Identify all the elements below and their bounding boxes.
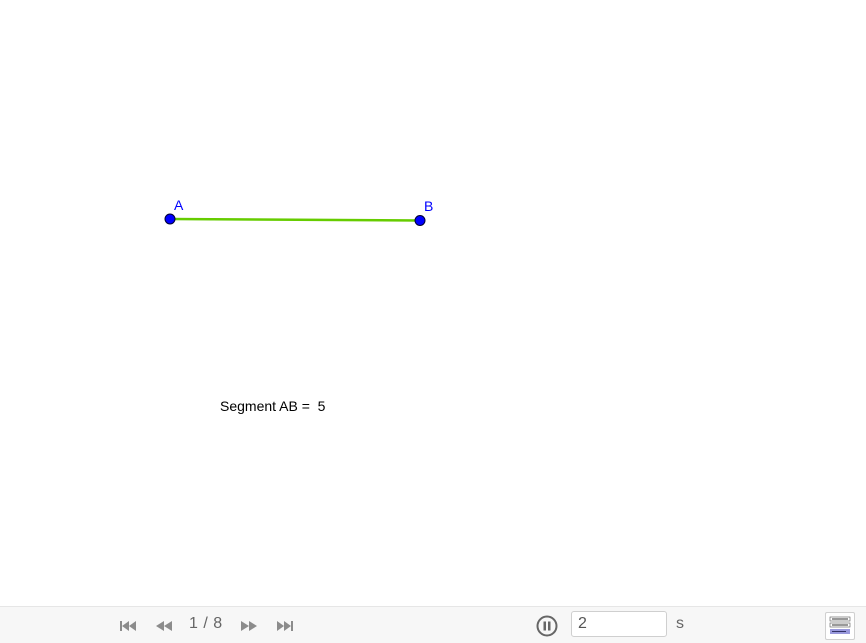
segment-length-value: 5 bbox=[317, 398, 326, 414]
graphics-view[interactable]: A B Segment AB = 5 bbox=[0, 0, 866, 606]
previous-step-button[interactable] bbox=[154, 618, 174, 634]
point-b-label: B bbox=[424, 198, 433, 214]
segment-length-prefix: Segment AB = bbox=[220, 398, 318, 414]
fast-forward-icon bbox=[241, 621, 257, 631]
construction-protocol-navigation: 1 / 8 s bbox=[0, 606, 866, 643]
point-b[interactable] bbox=[414, 215, 426, 226]
geogebra-app: A B Segment AB = 5 1 / 8 2 s bbox=[0, 0, 866, 643]
segment-length-text: Segment AB = 5 bbox=[220, 398, 325, 414]
next-step-button[interactable] bbox=[239, 618, 259, 634]
step-interval-input[interactable] bbox=[571, 611, 667, 637]
algebra-view-button[interactable] bbox=[825, 612, 855, 640]
last-step-button[interactable] bbox=[275, 618, 295, 634]
skip-to-end-icon bbox=[277, 621, 293, 631]
first-step-button[interactable] bbox=[118, 618, 138, 634]
rewind-icon bbox=[156, 621, 172, 631]
pause-button[interactable] bbox=[536, 615, 558, 637]
skip-to-start-icon bbox=[120, 621, 136, 631]
step-interval-unit: s bbox=[676, 615, 684, 632]
pause-icon bbox=[536, 615, 558, 637]
construction-drawing: A B bbox=[164, 197, 433, 226]
algebra-view-icon bbox=[829, 616, 851, 634]
segment-ab[interactable] bbox=[169, 217, 421, 222]
point-a[interactable] bbox=[164, 213, 176, 225]
step-counter: 1 / 8 bbox=[189, 615, 223, 632]
point-a-label: A bbox=[174, 197, 184, 213]
